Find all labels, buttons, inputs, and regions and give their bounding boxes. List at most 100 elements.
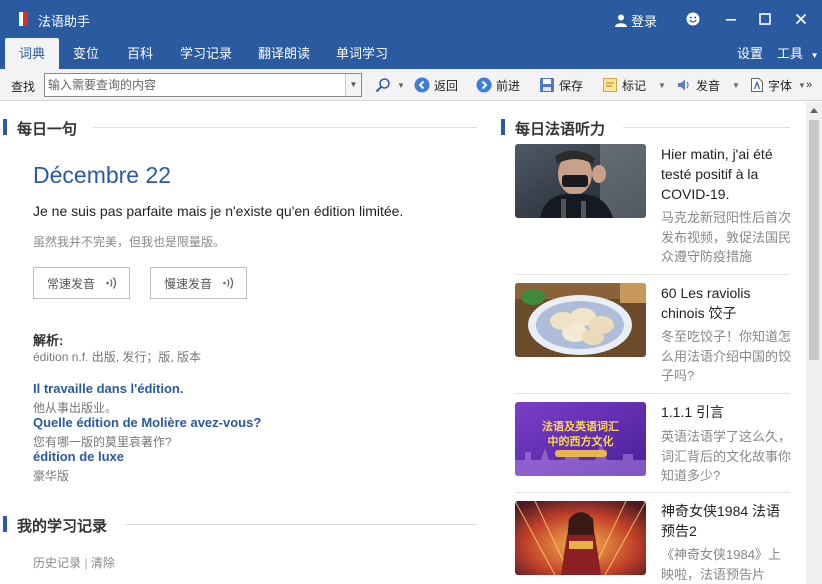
analysis-text: édition n.f. 出版, 发行；版, 版本 — [33, 350, 202, 364]
chevron-down-icon: ▼ — [732, 80, 740, 90]
sentence-date: Décembre 22 — [33, 162, 172, 188]
banner-text-1: 法语及英语词汇 — [542, 421, 619, 433]
daily-sentence-panel: 每日一句 Décembre 22 Je ne suis pas parfaite… — [0, 102, 490, 584]
normal-speed-label: 常速发音 — [47, 276, 96, 291]
save-button[interactable]: 保存 — [539, 76, 583, 94]
listening-item[interactable]: 神奇女侠1984 法语预告2 《神奇女侠1984》上映啦，法语预告片 — [515, 501, 790, 584]
analysis-heading: 解析: — [33, 333, 64, 348]
macron-thumbnail — [515, 144, 646, 218]
slow-speed-label: 慢速发音 — [164, 276, 213, 291]
chevron-down-icon: ▼ — [798, 80, 806, 90]
login-label: 登录 — [631, 14, 658, 29]
study-record-header: 我的学习记录 — [3, 513, 477, 535]
back-arrow-icon — [414, 77, 430, 93]
search-icon — [375, 78, 390, 93]
listening-item-title[interactable]: 神奇女侠1984 法语预告2 — [661, 501, 793, 541]
close-button[interactable] — [790, 8, 812, 30]
font-label: 字体 — [768, 78, 793, 93]
mark-label: 标记 — [622, 78, 647, 93]
example-chinese-3: 豪华版 — [33, 469, 70, 483]
tab-encyclopedia[interactable]: 百科 — [117, 38, 163, 69]
tab-word-learning[interactable]: 单词学习 — [328, 38, 396, 69]
skin-button[interactable] — [682, 8, 704, 30]
close-icon — [795, 13, 807, 25]
vertical-scrollbar[interactable] — [806, 102, 822, 584]
listening-item[interactable]: Hier matin, j'ai été testé positif à la … — [515, 144, 793, 275]
mark-button[interactable]: 标记 ▼ — [602, 76, 666, 94]
settings-menu[interactable]: 设置 — [737, 38, 763, 69]
example-french-1[interactable]: Il travaille dans l'édition. — [33, 381, 183, 396]
toolbar: 查找 ▼ ▼ 返回 前进 — [0, 69, 822, 101]
bookmark-icon — [603, 78, 617, 92]
search-input[interactable] — [48, 76, 344, 94]
slow-speed-button[interactable]: 慢速发音 — [150, 267, 247, 299]
font-button[interactable]: 字体 ▼ — [750, 76, 806, 94]
login-button[interactable]: 登录 — [615, 11, 657, 30]
listening-heading: 每日法语听力 — [515, 121, 606, 138]
app-window: 法语助手 登录 词典 变位 百科 学习记录 翻译朗读 单词学习 设置 工具 ▼ … — [0, 0, 822, 584]
pronounce-label: 发音 — [696, 78, 721, 93]
title-bar: 法语助手 登录 — [0, 0, 822, 38]
scroll-up-arrow-icon[interactable] — [810, 108, 818, 113]
smiley-icon — [686, 12, 700, 26]
link-separator: | — [84, 556, 88, 570]
tools-menu[interactable]: 工具 ▼ — [777, 38, 819, 69]
listening-item-desc: 冬至吃饺子！你知道怎么用法语介绍中国的饺子吗? — [661, 329, 792, 383]
forward-arrow-icon — [476, 77, 492, 93]
listening-item-title[interactable]: Hier matin, j'ai été testé positif à la … — [661, 144, 793, 204]
chevron-down-icon: ▼ — [810, 51, 819, 60]
chevron-down-icon: ▼ — [397, 80, 405, 90]
example-french-2[interactable]: Quelle édition de Molière avez-vous? — [33, 415, 261, 430]
chevron-down-icon: ▼ — [658, 80, 666, 90]
chinese-translation: 虽然我并不完美，但我也是限量版。 — [33, 235, 226, 249]
tab-dictionary[interactable]: 词典 — [5, 38, 59, 69]
clear-history-link[interactable]: 清除 — [91, 556, 115, 570]
save-label: 保存 — [559, 78, 584, 93]
minimize-icon — [726, 19, 736, 21]
scrollbar-thumb[interactable] — [809, 120, 819, 360]
user-icon — [615, 14, 627, 27]
back-button[interactable]: 返回 — [414, 76, 458, 94]
maximize-button[interactable] — [754, 8, 776, 30]
back-label: 返回 — [434, 78, 459, 93]
banner-text-2: 中的西方文化 — [547, 436, 614, 448]
search-label: 查找 — [11, 80, 36, 94]
tab-conjugation[interactable]: 变位 — [63, 38, 109, 69]
example-french-3[interactable]: édition de luxe — [33, 449, 124, 464]
listening-item-desc: 马克龙新冠阳性后首次发布视频，敦促法国民众遵守防疫措施 — [661, 210, 792, 264]
listening-panel: 每日法语听力 Hier matin, j'ai été testé positi… — [500, 102, 806, 584]
search-history-dropdown[interactable]: ▼ — [345, 74, 361, 96]
tab-translate-read[interactable]: 翻译朗读 — [250, 38, 318, 69]
search-button[interactable]: ▼ — [375, 76, 405, 94]
wonder-woman-thumbnail — [515, 501, 646, 575]
listening-item[interactable]: 60 Les raviolis chinois 饺子 冬至吃饺子！你知道怎么用法… — [515, 283, 793, 394]
font-icon — [751, 78, 763, 92]
listening-item-title[interactable]: 60 Les raviolis chinois 饺子 — [661, 283, 793, 323]
listening-item-desc: 《神奇女侠1984》上映啦，法语预告片 — [661, 547, 781, 582]
listening-item[interactable]: 法语及英语词汇 中的西方文化 1.1.1 引言 英语法语学了这么久，词汇背后的文… — [515, 402, 793, 493]
example-chinese-2: 您有哪一版的莫里哀著作? — [33, 435, 172, 449]
app-title: 法语助手 — [38, 14, 91, 29]
french-sentence: Je ne suis pas parfaite mais je n'existe… — [33, 203, 404, 219]
history-links: 历史记录 | 清除 — [33, 554, 115, 571]
daily-sentence-header: 每日一句 — [3, 116, 477, 138]
menu-bar: 词典 变位 百科 学习记录 翻译朗读 单词学习 设置 工具 ▼ — [0, 38, 822, 69]
forward-button[interactable]: 前进 — [476, 76, 520, 94]
listening-header: 每日法语听力 — [501, 116, 790, 138]
chevron-double-right-icon: » — [806, 79, 813, 91]
minimize-button[interactable] — [720, 8, 742, 30]
sound-wave-icon — [223, 277, 234, 289]
dumplings-thumbnail — [515, 283, 646, 357]
toolbar-overflow-button[interactable]: » — [806, 76, 812, 94]
tab-study-record[interactable]: 学习记录 — [172, 38, 240, 69]
listening-item-title[interactable]: 1.1.1 引言 — [661, 402, 793, 422]
daily-sentence-heading: 每日一句 — [17, 121, 78, 138]
tools-label: 工具 — [777, 46, 804, 61]
listening-item-desc: 英语法语学了这么久，词汇背后的文化故事你知道多少? — [661, 429, 792, 483]
pronounce-button[interactable]: 发音 ▼ — [676, 76, 740, 94]
history-link[interactable]: 历史记录 — [33, 556, 81, 570]
normal-speed-button[interactable]: 常速发音 — [33, 267, 130, 299]
app-logo-icon — [14, 12, 28, 26]
course-banner-thumbnail: 法语及英语词汇 中的西方文化 — [515, 402, 646, 476]
example-chinese-1: 他从事出版业。 — [33, 401, 118, 415]
